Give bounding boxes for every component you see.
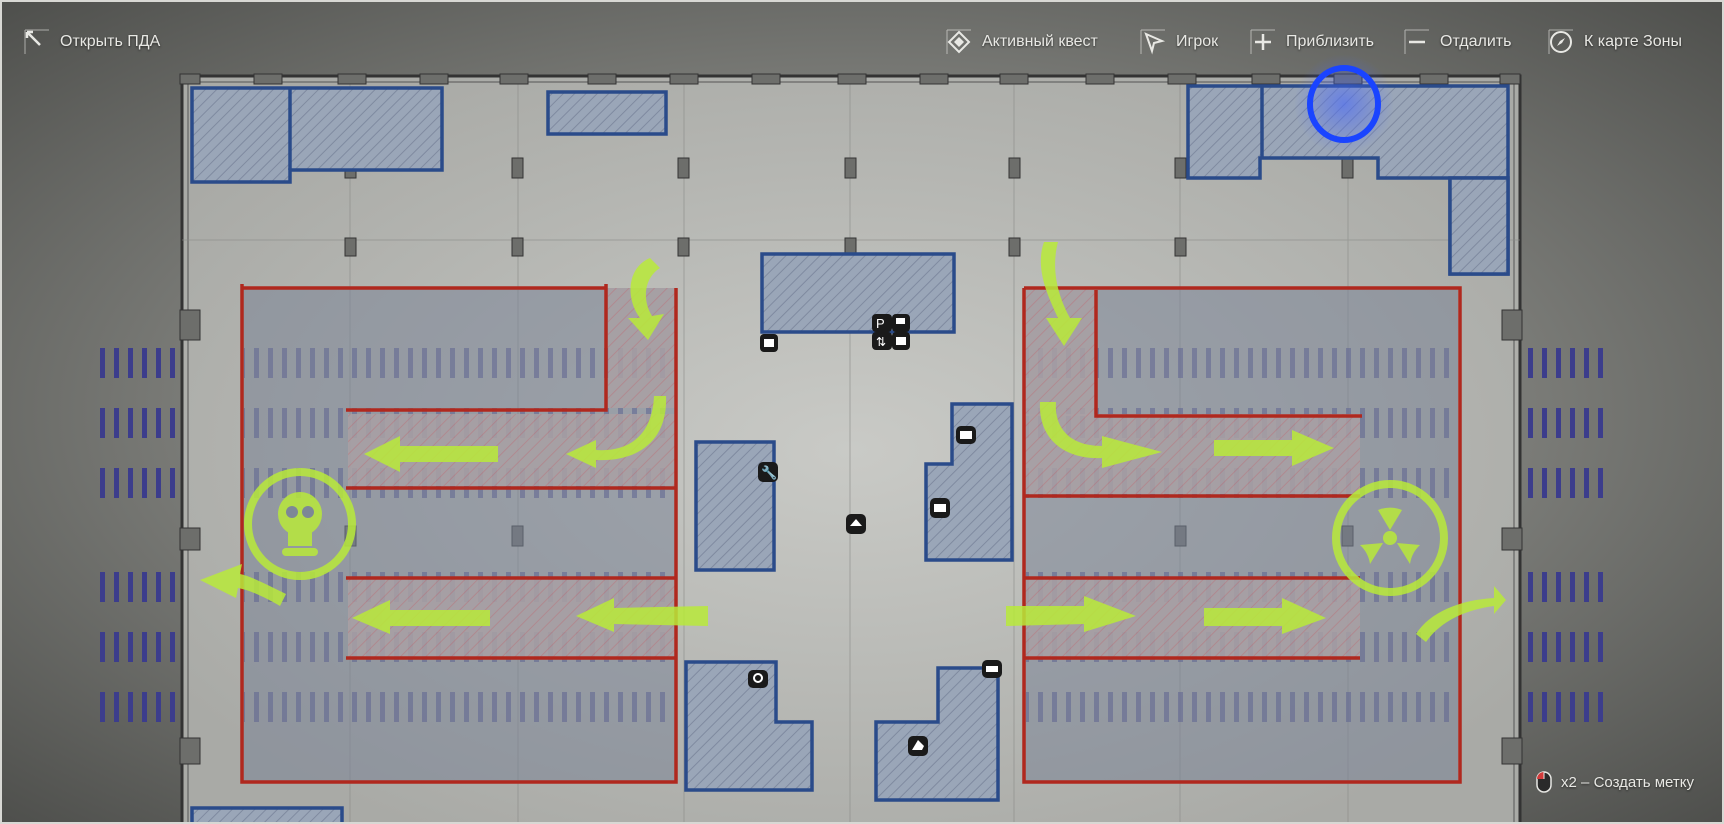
diamond-quest-icon	[946, 29, 972, 55]
pda-map-frame: P ⇅ 🔧 Открыть ПДА Активный квест Игрок П…	[0, 0, 1724, 824]
zone-map-button[interactable]: К карте Зоны	[1548, 22, 1682, 62]
zone-map-label: К карте Зоны	[1584, 33, 1682, 50]
mouse-icon	[1535, 770, 1553, 794]
svg-text:🔧: 🔧	[761, 464, 777, 481]
medic-icon	[982, 660, 1002, 678]
plus-icon	[1250, 29, 1276, 55]
player-button[interactable]: Игрок	[1140, 22, 1218, 62]
zoom-out-label: Отдалить	[1440, 33, 1512, 50]
arrow-expand-icon	[24, 29, 50, 55]
cursor-player-icon	[1140, 29, 1166, 55]
open-pda-label: Открыть ПДА	[60, 33, 161, 50]
zoom-in-label: Приблизить	[1286, 33, 1374, 50]
zoom-out-button[interactable]: Отдалить	[1404, 22, 1511, 62]
zone-map[interactable]: P ⇅ 🔧	[0, 0, 1724, 824]
player-marker[interactable]	[1294, 54, 1394, 154]
rails-right	[1520, 348, 1606, 722]
active-quest-button[interactable]: Активный квест	[946, 22, 1098, 62]
compass-icon	[1548, 29, 1574, 55]
frame-left	[0, 0, 2, 824]
mail-icon	[956, 426, 976, 444]
open-pda-button[interactable]: Открыть ПДА	[24, 22, 160, 62]
rails-left	[92, 348, 178, 722]
svg-text:P: P	[876, 316, 885, 331]
create-marker-hint: x2 – Создать метку	[1535, 770, 1694, 794]
hint-text: x2 – Создать метку	[1561, 773, 1694, 791]
zoom-in-button[interactable]: Приблизить	[1250, 22, 1374, 62]
minus-icon	[1404, 29, 1430, 55]
exchange-icon: ⇅	[872, 332, 892, 350]
box-icon	[892, 332, 910, 350]
search-icon	[748, 670, 768, 688]
wrench-icon: 🔧	[758, 462, 778, 482]
home-icon	[846, 514, 866, 534]
active-quest-label: Активный квест	[982, 33, 1098, 50]
frame-top	[0, 0, 1724, 2]
player-label: Игрок	[1176, 33, 1219, 50]
boot-icon	[908, 736, 928, 756]
flag-icon	[892, 314, 910, 332]
svg-text:⇅: ⇅	[876, 335, 886, 349]
parking-icon: P	[872, 314, 892, 332]
chest-icon	[760, 334, 778, 352]
shop-icon	[930, 498, 950, 518]
